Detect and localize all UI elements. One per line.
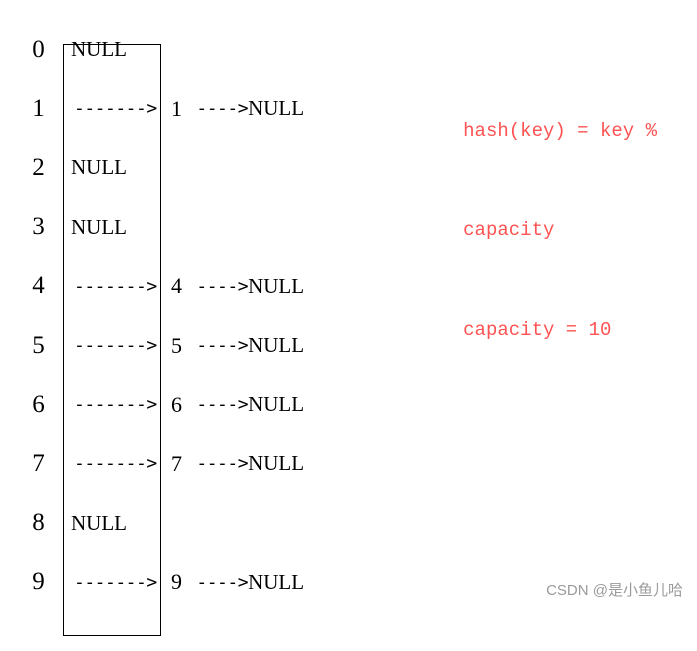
bucket-row: 2 NULL (20, 138, 304, 197)
bucket-cell (63, 375, 161, 434)
null-label: NULL (71, 37, 127, 62)
legend-line-2: capacity (463, 214, 657, 247)
null-label: NULL (71, 511, 127, 536)
bucket-row: 8 NULL (20, 494, 304, 553)
watermark-text: CSDN @是小鱼儿哈 (546, 579, 683, 600)
bucket-index: 6 (20, 391, 63, 419)
null-label: NULL (71, 155, 127, 180)
null-terminator: NULL (248, 570, 304, 595)
node-value: 5 (167, 333, 186, 359)
node-value: 4 (167, 273, 186, 299)
diagram-container: 0NULL1-------> 1 ---->NULL2NULL3NULL4---… (0, 0, 697, 612)
bucket-row: 4-------> 4 ---->NULL (20, 257, 304, 316)
bucket-index: 2 (20, 154, 63, 182)
bucket-row: 7-------> 7 ---->NULL (20, 434, 304, 493)
arrow-icon: ----> (186, 453, 248, 474)
bucket-cell (63, 79, 161, 138)
null-terminator: NULL (248, 451, 304, 476)
bucket-cell (63, 257, 161, 316)
node-value: 6 (167, 392, 186, 418)
bucket-cell: NULL (63, 138, 161, 197)
null-terminator: NULL (248, 392, 304, 417)
bucket-cell: NULL (63, 494, 161, 553)
arrow-icon: ----> (186, 394, 248, 415)
null-terminator: NULL (248, 274, 304, 299)
null-terminator: NULL (248, 333, 304, 358)
bucket-row: 6-------> 6 ---->NULL (20, 375, 304, 434)
bucket-row: 3 NULL (20, 198, 304, 257)
arrow-icon: ----> (186, 572, 248, 593)
bucket-row: 1-------> 1 ---->NULL (20, 79, 304, 138)
bucket-row: 9-------> 9 ---->NULL (20, 553, 304, 612)
bucket-cell (63, 434, 161, 493)
bucket-index: 7 (20, 450, 63, 478)
bucket-row: 0 NULL (20, 20, 304, 79)
bucket-cell: NULL (63, 20, 161, 79)
bucket-index: 4 (20, 272, 63, 300)
bucket-row: 5-------> 5 ---->NULL (20, 316, 304, 375)
node-value: 1 (167, 96, 186, 122)
null-terminator: NULL (248, 96, 304, 121)
null-label: NULL (71, 215, 127, 240)
arrow-icon: ----> (186, 335, 248, 356)
bucket-index: 3 (20, 213, 63, 241)
legend-text: hash(key) = key % capacity capacity = 10 (463, 48, 657, 414)
arrow-icon: ----> (186, 276, 248, 297)
legend-line-1: hash(key) = key % (463, 115, 657, 148)
bucket-index: 0 (20, 36, 63, 64)
bucket-cell (63, 553, 161, 612)
node-value: 9 (167, 569, 186, 595)
bucket-index: 9 (20, 568, 63, 596)
node-value: 7 (167, 451, 186, 477)
bucket-index: 5 (20, 332, 63, 360)
hash-table: 0NULL1-------> 1 ---->NULL2NULL3NULL4---… (20, 20, 304, 612)
legend-line-3: capacity = 10 (463, 314, 657, 347)
bucket-cell (63, 316, 161, 375)
bucket-cell: NULL (63, 198, 161, 257)
bucket-index: 8 (20, 509, 63, 537)
bucket-index: 1 (20, 95, 63, 123)
arrow-icon: ----> (186, 98, 248, 119)
